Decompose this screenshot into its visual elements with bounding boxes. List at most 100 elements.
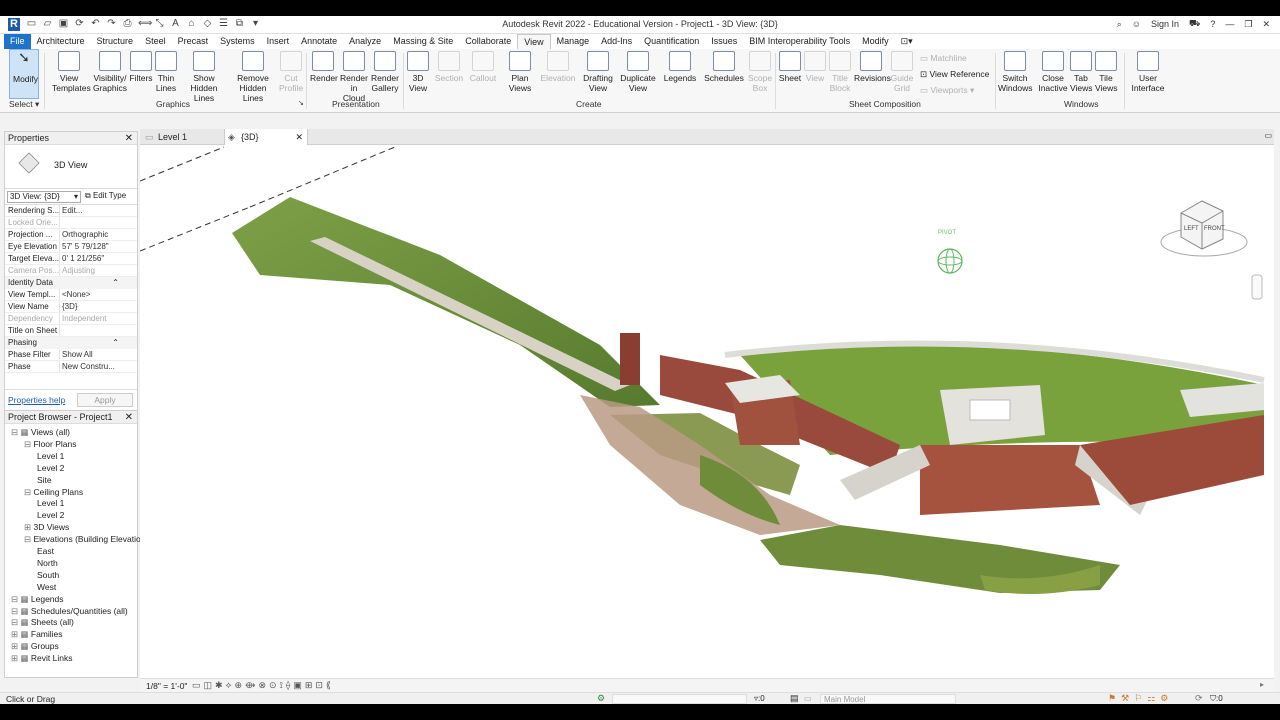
design-options-icon[interactable]: ▤ — [790, 693, 799, 704]
property-row[interactable]: Projection ... Orthographic — [5, 229, 137, 241]
type-selector[interactable]: 3D View — [5, 145, 137, 189]
thin-lines-button[interactable]: Thin Lines — [154, 51, 178, 93]
select-panel-label[interactable]: Select ▾ — [9, 99, 39, 110]
viewcube[interactable]: LEFT FRONT — [1160, 200, 1248, 257]
ribbon-tab-systems[interactable]: Systems — [214, 34, 261, 49]
ribbon-options-icon[interactable]: ⊡▾ — [895, 34, 919, 49]
browser-node[interactable]: Level 1 — [37, 498, 64, 509]
design-option-field[interactable]: Main Model — [820, 694, 956, 704]
browser-node[interactable]: ⊟ Floor Plans — [24, 439, 76, 450]
property-value[interactable]: {3D} — [59, 301, 115, 312]
plan-views-button[interactable]: Plan Views — [506, 51, 534, 93]
browser-node[interactable]: ⊞ ▦ Revit Links — [11, 653, 72, 664]
drafting-view-button[interactable]: Drafting View — [580, 51, 616, 93]
property-value[interactable]: 0' 1 21/256" — [59, 253, 115, 264]
property-row[interactable]: Camera Pos... Adjusting — [5, 265, 137, 277]
property-row[interactable]: Rendering S... Edit... — [5, 205, 137, 217]
render-in-cloud-button[interactable]: Render in Cloud — [340, 51, 368, 103]
browser-node[interactable]: ⊟ Elevations (Building Elevation) — [24, 534, 148, 545]
view-tab-level-1[interactable]: ▭ Level 1 — [142, 129, 226, 145]
property-value[interactable]: 57' 5 79/128" — [59, 241, 115, 252]
scope-box-button[interactable]: Scope Box — [748, 51, 772, 93]
viewcube-left-face[interactable]: LEFT — [1184, 226, 1199, 232]
ribbon-tab-bim-interoperability-tools[interactable]: BIM Interoperability Tools — [743, 34, 856, 49]
matchline-button[interactable]: ▭ Matchline — [920, 53, 967, 64]
ribbon-tab-analyze[interactable]: Analyze — [343, 34, 387, 49]
close-window-button[interactable]: ✕ — [1262, 19, 1270, 30]
schedules-button[interactable]: Schedules — [704, 51, 744, 83]
3d-canvas[interactable]: PIVOT LEFT FRONT — [139, 145, 1274, 678]
ribbon-tab-annotate[interactable]: Annotate — [295, 34, 343, 49]
edit-type-button[interactable]: ⧉ Edit Type — [85, 191, 126, 201]
ribbon-tab-manage[interactable]: Manage — [551, 34, 596, 49]
browser-node[interactable]: Site — [37, 475, 52, 486]
elevation-button[interactable]: Elevation — [540, 51, 576, 83]
ribbon-tab-structure[interactable]: Structure — [91, 34, 140, 49]
cut-profile-button[interactable]: Cut Profile — [279, 51, 303, 93]
property-value[interactable]: New Constru... — [59, 361, 115, 372]
filters-button[interactable]: Filters — [128, 51, 154, 83]
ribbon-tab-add-ins[interactable]: Add-Ins — [595, 34, 638, 49]
search-icon[interactable]: ⌕ — [1117, 19, 1122, 30]
remove-hidden-lines-button[interactable]: Remove Hidden Lines — [230, 51, 276, 103]
modify-button[interactable]: ➘ Modify — [9, 49, 39, 99]
user-icon[interactable]: ☺ — [1132, 19, 1141, 29]
property-row[interactable]: Phase New Constru... — [5, 361, 137, 373]
browser-node[interactable]: ⊟ ▦ Legends — [11, 594, 64, 605]
tab-overflow-icon[interactable]: ▭ — [1264, 131, 1272, 140]
navigation-bar[interactable] — [1251, 274, 1263, 300]
ribbon-tab-precast[interactable]: Precast — [172, 34, 215, 49]
browser-node[interactable]: ⊞ ▦ Families — [11, 629, 63, 640]
property-value[interactable]: Independent — [59, 313, 115, 324]
render-gallery-button[interactable]: Render Gallery — [370, 51, 400, 93]
place-view-button[interactable]: View — [804, 51, 826, 83]
property-row[interactable]: Dependency Independent — [5, 313, 137, 325]
help-icon[interactable]: ? — [1210, 19, 1215, 29]
property-row[interactable]: View Templ... <None> — [5, 289, 137, 301]
scroll-right-icon[interactable]: ▸ — [1260, 680, 1264, 689]
title-block-button[interactable]: Title Block — [828, 51, 852, 93]
restore-button[interactable]: ❐ — [1244, 19, 1252, 30]
view-templates-button[interactable]: View Templates — [52, 51, 91, 93]
property-value[interactable]: Adjusting — [59, 265, 115, 276]
property-row[interactable]: Locked Orie... — [5, 217, 137, 229]
close-browser-button[interactable]: ✕ — [125, 411, 133, 424]
browser-node[interactable]: ⊞ 3D Views — [24, 522, 69, 533]
property-row[interactable]: Target Eleva... 0' 1 21/256" — [5, 253, 137, 265]
property-value[interactable]: Show All — [59, 349, 115, 360]
guide-grid-button[interactable]: Guide Grid — [890, 51, 914, 93]
section-button[interactable]: Section — [434, 51, 464, 83]
view-tab-3d[interactable]: ◈ {3D} ✕ — [224, 129, 308, 145]
workset-field[interactable] — [612, 694, 747, 704]
viewports-dropdown[interactable]: ▭ Viewports ▾ — [920, 85, 974, 96]
collapse-group-icon[interactable]: ⌃ — [112, 337, 119, 349]
ribbon-tab-modify[interactable]: Modify — [856, 34, 895, 49]
ribbon-tab-insert[interactable]: Insert — [261, 34, 296, 49]
sign-in-link[interactable]: Sign In — [1151, 19, 1179, 29]
switch-windows-button[interactable]: Switch Windows — [998, 51, 1032, 93]
ribbon-tab-issues[interactable]: Issues — [705, 34, 743, 49]
property-row[interactable]: Title on Sheet — [5, 325, 137, 337]
close-properties-button[interactable]: ✕ — [125, 132, 133, 145]
sheet-button[interactable]: Sheet — [778, 51, 802, 83]
user-interface-button[interactable]: User Interface — [1130, 51, 1166, 93]
legends-button[interactable]: Legends — [662, 51, 698, 83]
ribbon-tab-architecture[interactable]: Architecture — [31, 34, 91, 49]
view-reference-button[interactable]: ⊡ View Reference — [920, 69, 989, 80]
background-process-icon[interactable]: ⟳ — [1195, 693, 1203, 704]
property-group-header[interactable]: Phasing ⌃ — [5, 337, 137, 349]
browser-node[interactable]: ⊞ ▦ Groups — [11, 641, 59, 652]
browser-node[interactable]: Level 2 — [37, 510, 64, 521]
properties-help-link[interactable]: Properties help — [8, 395, 65, 405]
view-instance-selector[interactable]: 3D View: {3D} ▾ — [7, 191, 81, 203]
property-group-header[interactable]: Identity Data ⌃ — [5, 277, 137, 289]
3d-view-button[interactable]: 3D View — [406, 51, 430, 93]
property-value[interactable]: Edit... — [59, 205, 115, 216]
property-value[interactable]: <None> — [59, 289, 115, 300]
visibility-graphics-button[interactable]: Visibility/Graphics — [92, 51, 128, 93]
tab-views-button[interactable]: Tab Views — [1070, 51, 1093, 93]
close-tab-button[interactable]: ✕ — [295, 129, 303, 145]
browser-node[interactable]: Level 2 — [37, 463, 64, 474]
browser-node[interactable]: ⊟ ▦ Views (all) — [11, 427, 70, 438]
selection-toggle-icons[interactable]: ⚑⚒⚐⚏⚙ — [1108, 693, 1173, 704]
